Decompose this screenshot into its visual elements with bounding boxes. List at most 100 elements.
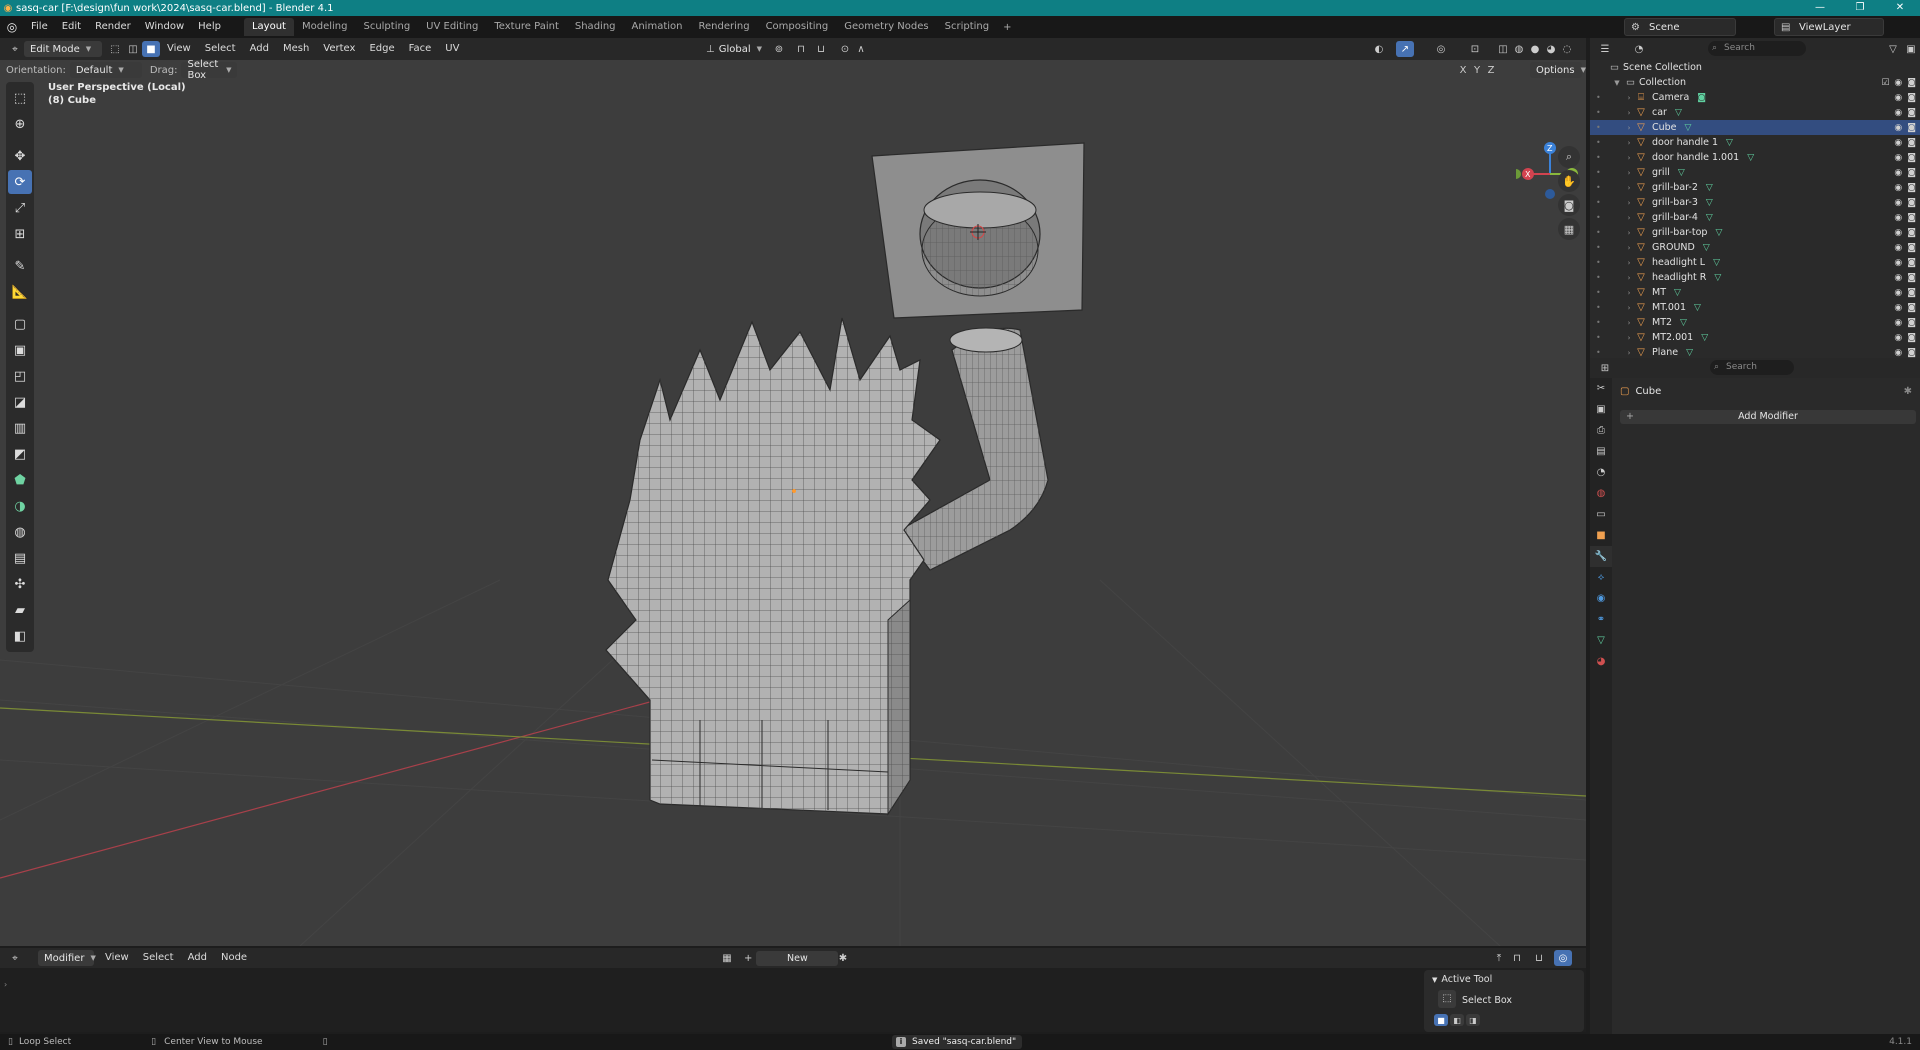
row-visibility-toggles[interactable]: ◉ ◙ (1894, 303, 1916, 313)
add-workspace-button[interactable]: + (997, 22, 1017, 33)
edit-mode-dot-icon[interactable]: • (1596, 183, 1601, 192)
eye-icon[interactable]: ◉ (1894, 93, 1902, 103)
eye-icon[interactable]: ◉ (1894, 168, 1902, 178)
extrude-tool-icon[interactable]: ▣ (8, 338, 32, 362)
edit-mode-dot-icon[interactable]: • (1596, 153, 1601, 162)
eye-icon[interactable]: ◉ (1894, 198, 1902, 208)
outliner-item-ground[interactable]: • › ▽ GROUND ▽ ◉ ◙ (1590, 240, 1920, 255)
snap-target-icon[interactable]: ⊔ (1530, 950, 1548, 966)
row-visibility-toggles[interactable]: ◉ ◙ (1894, 183, 1916, 193)
material-tab-icon[interactable]: ◕ (1590, 651, 1612, 672)
mesh-data-icon[interactable]: ▽ (1675, 108, 1682, 118)
active-tool-header[interactable]: ▼ Active Tool (1432, 974, 1492, 985)
transform-tool-icon[interactable]: ⊞ (8, 222, 32, 246)
data-tab-icon[interactable]: ▽ (1590, 630, 1612, 651)
mesh-data-icon[interactable]: ▽ (1714, 273, 1721, 283)
3d-viewport[interactable]: User Perspective (Local) (8) Cube Z X Y … (0, 60, 1586, 946)
tab-rendering[interactable]: Rendering (690, 18, 757, 36)
overlay-toggle-icon[interactable]: ◎ (1432, 41, 1450, 57)
cursor-tool-icon[interactable]: ⊕ (8, 112, 32, 136)
expand-arrow-icon[interactable]: › (1624, 304, 1634, 312)
outliner-item-door-handle-1[interactable]: • › ▽ door handle 1 ▽ ◉ ◙ (1590, 135, 1920, 150)
edit-mode-dot-icon[interactable]: • (1596, 198, 1601, 207)
outliner-item-grill-bar-2[interactable]: • › ▽ grill-bar-2 ▽ ◉ ◙ (1590, 180, 1920, 195)
menu-add[interactable]: Add (243, 38, 276, 60)
sidebar-expand-icon[interactable]: › (4, 980, 7, 989)
expand-arrow-icon[interactable]: › (1624, 319, 1634, 327)
falloff-icon[interactable]: ∧ (852, 41, 870, 57)
snap-icon[interactable]: ⊓ (1508, 950, 1526, 966)
scene-selector[interactable]: ⚙ Scene (1624, 18, 1736, 36)
eye-icon[interactable]: ◉ (1894, 318, 1902, 328)
select-box-tool-icon[interactable]: ⬚ (8, 86, 32, 110)
mesh-data-icon[interactable]: ▽ (1726, 138, 1733, 148)
up-arrow-icon[interactable]: ⤒ (1490, 950, 1508, 966)
mesh-data-icon[interactable]: ▽ (1713, 258, 1720, 268)
expand-arrow-icon[interactable]: › (1624, 199, 1634, 207)
expand-arrow-icon[interactable]: › (1624, 154, 1634, 162)
filter-icon[interactable]: ▽ (1884, 41, 1902, 57)
node-editor-type-icon[interactable]: ⌖ (6, 950, 24, 966)
row-visibility-toggles[interactable]: ◉ ◙ (1894, 288, 1916, 298)
tab-shading[interactable]: Shading (567, 18, 624, 36)
eye-icon[interactable]: ◉ (1894, 153, 1902, 163)
render-camera-icon[interactable]: ◙ (1907, 228, 1916, 238)
loop-cut-tool-icon[interactable]: ▥ (8, 416, 32, 440)
row-visibility-toggles[interactable]: ◉ ◙ (1894, 273, 1916, 283)
expand-arrow-icon[interactable]: › (1624, 124, 1634, 132)
collection-visibility[interactable]: ☑ ◉ ◙ (1881, 78, 1916, 88)
render-camera-icon[interactable]: ◙ (1907, 273, 1916, 283)
eye-icon[interactable]: ◉ (1894, 258, 1902, 268)
tool-tab-icon[interactable]: ✂ (1590, 378, 1612, 399)
menu-view[interactable]: View (160, 38, 198, 60)
mesh-overlay-icon[interactable]: ⊡ (1466, 41, 1484, 57)
outliner-item-headlight-r[interactable]: • › ▽ headlight R ▽ ◉ ◙ (1590, 270, 1920, 285)
expand-arrow-icon[interactable]: › (1624, 229, 1634, 237)
mesh-data-icon[interactable]: ▽ (1706, 183, 1713, 193)
outliner-item-headlight-l[interactable]: • › ▽ headlight L ▽ ◉ ◙ (1590, 255, 1920, 270)
pin-icon[interactable]: ✱ (1904, 386, 1912, 397)
render-tab-icon[interactable]: ▣ (1590, 399, 1612, 420)
inset-tool-icon[interactable]: ◰ (8, 364, 32, 388)
expand-arrow-icon[interactable]: › (1624, 244, 1634, 252)
expand-arrow-icon[interactable]: › (1624, 334, 1634, 342)
row-visibility-toggles[interactable]: ◉ ◙ (1894, 198, 1916, 208)
edit-mode-dot-icon[interactable]: • (1596, 138, 1601, 147)
edit-mode-dot-icon[interactable]: • (1596, 273, 1601, 282)
menu-file[interactable]: File (24, 16, 55, 38)
constraints-tab-icon[interactable]: ⚭ (1590, 609, 1612, 630)
mesh-data-icon[interactable]: ▽ (1680, 318, 1687, 328)
outliner-item-car[interactable]: • › ▽ car ▽ ◉ ◙ (1590, 105, 1920, 120)
rendered-shading-icon[interactable]: ◌ (1558, 41, 1576, 57)
face-select-icon[interactable]: ■ (142, 41, 160, 57)
eye-icon[interactable]: ◉ (1894, 213, 1902, 223)
edge-slide-tool-icon[interactable]: ▤ (8, 546, 32, 570)
annotate-tool-icon[interactable]: ✎ (8, 254, 32, 278)
editor-type-icon[interactable]: ⌖ (6, 41, 24, 57)
render-camera-icon[interactable]: ◙ (1907, 108, 1916, 118)
render-camera-icon[interactable]: ◙ (1907, 213, 1916, 223)
row-visibility-toggles[interactable]: ◉ ◙ (1894, 348, 1916, 358)
close-button[interactable]: ✕ (1880, 0, 1920, 16)
render-camera-icon[interactable]: ◙ (1907, 183, 1916, 193)
tab-sculpting[interactable]: Sculpting (355, 18, 418, 36)
menu-mesh[interactable]: Mesh (276, 38, 316, 60)
edit-mode-dot-icon[interactable]: • (1596, 243, 1601, 252)
expand-arrow-icon[interactable]: › (1624, 184, 1634, 192)
outliner-item-mt2[interactable]: • › ▽ MT2 ▽ ◉ ◙ (1590, 315, 1920, 330)
outliner-item-mt2-001[interactable]: • › ▽ MT2.001 ▽ ◉ ◙ (1590, 330, 1920, 345)
expand-arrow-icon[interactable]: › (1624, 259, 1634, 267)
tab-geometry-nodes[interactable]: Geometry Nodes (836, 18, 936, 36)
viewlayer-selector[interactable]: ▤ ViewLayer (1774, 18, 1884, 36)
status-report[interactable]: i Saved "sasq-car.blend" (892, 1035, 1023, 1049)
outliner-item-mt-001[interactable]: • › ▽ MT.001 ▽ ◉ ◙ (1590, 300, 1920, 315)
browse-node-tree-icon[interactable]: ▦ (718, 950, 736, 966)
properties-search-input[interactable]: ⌕ Search (1710, 360, 1794, 375)
row-visibility-toggles[interactable]: ◉ ◙ (1894, 138, 1916, 148)
outliner-item-grill-bar-3[interactable]: • › ▽ grill-bar-3 ▽ ◉ ◙ (1590, 195, 1920, 210)
minimize-button[interactable]: — (1800, 0, 1840, 16)
vertex-select-icon[interactable]: ⬚ (106, 41, 124, 57)
options-dropdown[interactable]: Options ▼ (1530, 62, 1586, 78)
add-cube-tool-icon[interactable]: ▢ (8, 312, 32, 336)
row-visibility-toggles[interactable]: ◉ ◙ (1894, 108, 1916, 118)
